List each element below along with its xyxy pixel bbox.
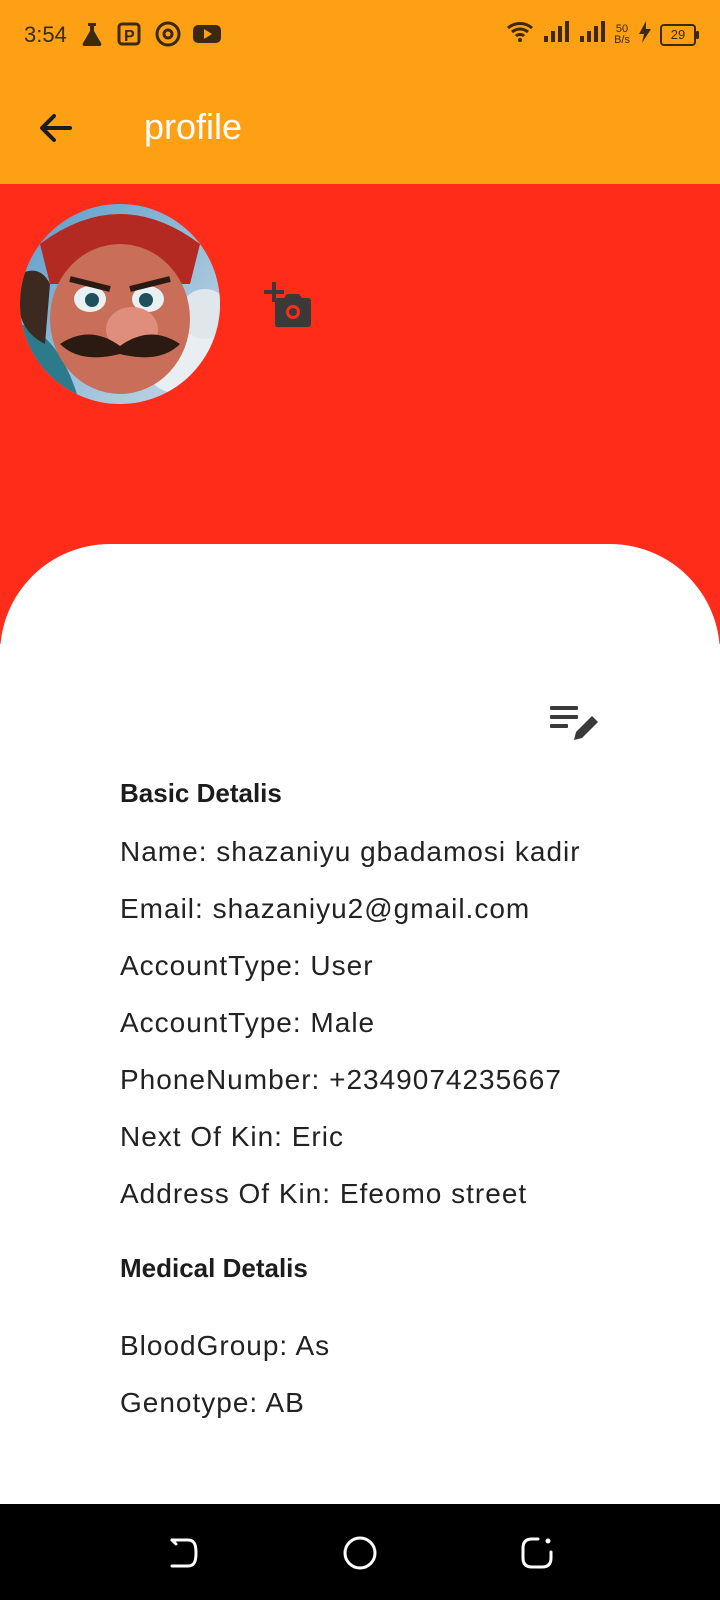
notification-icons: P [78, 20, 221, 48]
net-speed: 50 B/s [614, 22, 630, 46]
svg-text:P: P [124, 28, 135, 45]
charging-icon [638, 20, 652, 49]
avatar-image [20, 204, 220, 404]
next-of-kin-text: Next Of Kin: Eric [120, 1121, 344, 1152]
nav-back-icon [170, 1538, 198, 1568]
back-button[interactable] [30, 102, 82, 154]
add-photo-button[interactable] [262, 280, 314, 332]
status-time: 3:54 [24, 22, 67, 47]
system-nav-bar [0, 1504, 720, 1600]
genotype-text: Genotype: AB [120, 1387, 305, 1418]
blood-group-text: BloodGroup: As [120, 1330, 331, 1361]
page-title: profile [144, 106, 243, 147]
edit-profile-button[interactable] [548, 700, 600, 748]
edit-note-icon [550, 706, 598, 740]
nav-home-button[interactable] [339, 1532, 381, 1574]
avatar[interactable] [20, 204, 220, 404]
kin-address-text: Address Of Kin: Efeomo street [120, 1178, 528, 1209]
net-speed-value: 50 [615, 22, 629, 35]
status-bar: 3:54 P 50 B/s 29 [0, 0, 720, 72]
battery-icon: 29 [660, 23, 699, 46]
youtube-icon [192, 20, 221, 48]
wifi-icon [506, 20, 534, 49]
system-icons: 50 B/s 29 [506, 20, 699, 49]
nav-home-icon [343, 1536, 377, 1570]
app-bar: profile [0, 72, 720, 184]
signal-icon-2 [578, 20, 606, 49]
name-text: Name: shazaniyu gbadamosi kadir [120, 836, 581, 867]
phone-text: PhoneNumber: +2349074235667 [120, 1064, 562, 1095]
account-type-text: AccountType: User [120, 950, 374, 981]
nav-back-button[interactable] [162, 1532, 204, 1574]
email-text: Email: shazaniyu2@gmail.com [120, 893, 531, 924]
medical-details-title: Medical Detalis [120, 1253, 308, 1283]
flask-icon [78, 20, 106, 48]
add-photo-camera-icon [264, 282, 311, 327]
gender-text: AccountType: Male [120, 1007, 376, 1038]
parking-icon: P [116, 20, 144, 48]
net-speed-unit: B/s [614, 33, 630, 46]
at-circle-icon [154, 20, 182, 48]
arrow-back-icon [40, 114, 72, 142]
nav-recents-icon [521, 1537, 553, 1569]
nav-recents-button[interactable] [516, 1532, 558, 1574]
basic-details-title: Basic Detalis [120, 778, 282, 808]
signal-icon [542, 20, 570, 49]
